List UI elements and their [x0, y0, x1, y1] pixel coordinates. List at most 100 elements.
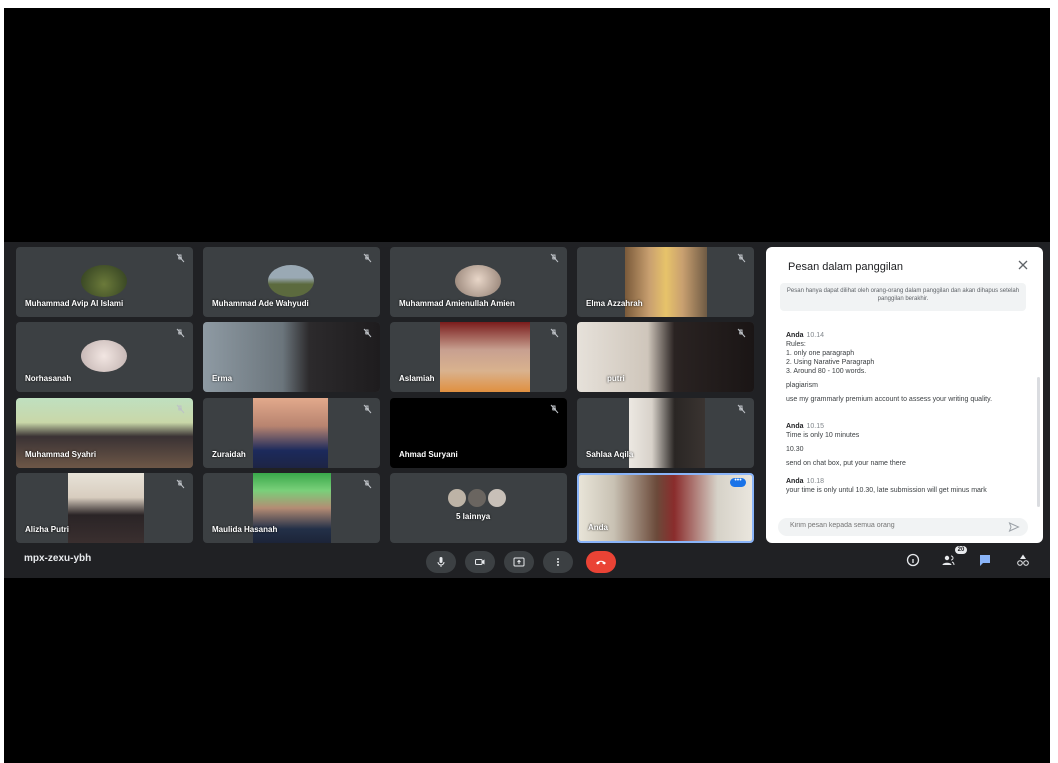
chat-message: Anda 10.18 your time is only untul 10.30,…	[786, 477, 1026, 495]
present-screen-icon	[513, 557, 525, 567]
participant-tile-others[interactable]: 5 lainnya	[390, 473, 567, 543]
message-line: Rules:	[786, 341, 806, 348]
message-time: 10.18	[806, 478, 825, 485]
participant-name: Elma Azzahrah	[586, 299, 643, 308]
participant-tile[interactable]: Alizha Putri	[16, 473, 193, 543]
chat-icon[interactable]	[978, 553, 992, 567]
message-sender: Anda	[786, 423, 804, 430]
message-line: 10.30	[786, 446, 804, 453]
send-icon[interactable]	[1008, 521, 1020, 533]
message-line: 3. Around 80 - 100 words.	[786, 368, 867, 375]
participant-name: Aslamiah	[399, 374, 435, 383]
chat-input-box[interactable]	[778, 518, 1028, 536]
mic-off-icon	[737, 328, 746, 338]
avatar	[81, 265, 127, 297]
chat-message: Anda 10.14 Rules: 1. only one paragraph 2…	[786, 331, 1026, 404]
avatar	[488, 489, 506, 507]
leave-call-button[interactable]	[586, 551, 616, 573]
participant-name: Norhasanah	[25, 374, 72, 383]
mic-off-icon	[176, 404, 185, 414]
meet-window: Muhammad Avip Al Islami Muhammad Ade Wah…	[4, 242, 1050, 578]
avatar	[81, 340, 127, 372]
hang-up-icon	[596, 560, 606, 565]
meeting-code: mpx-zexu-ybh	[24, 553, 92, 564]
participant-count-badge: 20	[955, 546, 967, 554]
mic-off-icon	[737, 253, 746, 263]
chat-title: Pesan dalam panggilan	[788, 261, 903, 273]
people-icon[interactable]	[941, 553, 955, 567]
participant-tile[interactable]: putri	[577, 322, 754, 392]
participant-name: Muhammad Amienullah Amien	[399, 299, 515, 308]
mic-off-icon	[363, 404, 372, 414]
participant-tile[interactable]: Zuraidah	[203, 398, 380, 468]
participant-name: Maulida Hasanah	[212, 525, 278, 534]
participant-tile[interactable]: Muhammad Amienullah Amien	[390, 247, 567, 317]
mic-button[interactable]	[426, 551, 456, 573]
chat-panel: Pesan dalam panggilan Pesan hanya dapat …	[766, 247, 1043, 543]
more-options-icon[interactable]: •••	[730, 477, 746, 487]
chat-scrollbar[interactable]	[1037, 377, 1040, 507]
participant-name: Alizha Putri	[25, 525, 70, 534]
message-line: 1. only one paragraph	[786, 350, 855, 357]
participant-name: Muhammad Ade Wahyudi	[212, 299, 309, 308]
participant-video	[629, 398, 705, 468]
message-sender: Anda	[786, 478, 804, 485]
chat-notice: Pesan hanya dapat dilihat oleh orang-ora…	[780, 283, 1026, 311]
avatar	[468, 489, 486, 507]
message-line: plagiarism	[786, 382, 818, 389]
participant-video	[68, 473, 144, 543]
participant-tile[interactable]: Ahmad Suryani	[390, 398, 567, 468]
mic-off-icon	[737, 404, 746, 414]
more-options-button[interactable]	[543, 551, 573, 573]
participant-tile[interactable]: Muhammad Syahri	[16, 398, 193, 468]
self-tile[interactable]: ••• Anda	[577, 473, 754, 543]
participant-tile[interactable]: Erma	[203, 322, 380, 392]
message-line: your time is only untul 10.30, late subm…	[786, 487, 987, 494]
message-line: send on chat box, put your name there	[786, 460, 906, 467]
message-line: 2. Using Narative Paragraph	[786, 359, 875, 366]
participant-tile[interactable]: Muhammad Ade Wahyudi	[203, 247, 380, 317]
participant-tile[interactable]: Maulida Hasanah	[203, 473, 380, 543]
close-icon[interactable]	[1017, 259, 1029, 271]
avatar	[455, 265, 501, 297]
mic-off-icon	[363, 479, 372, 489]
message-line: Time is only 10 minutes	[786, 432, 860, 439]
message-time: 10.15	[806, 423, 825, 430]
camera-icon	[475, 559, 485, 565]
mic-off-icon	[550, 404, 559, 414]
message-time: 10.14	[806, 332, 825, 339]
participant-video	[440, 322, 530, 392]
camera-button[interactable]	[465, 551, 495, 573]
mic-off-icon	[176, 253, 185, 263]
chat-input[interactable]	[788, 521, 992, 530]
mic-off-icon	[550, 328, 559, 338]
mic-off-icon	[176, 479, 185, 489]
others-count-label: 5 lainnya	[456, 512, 491, 521]
participant-tile[interactable]: Muhammad Avip Al Islami	[16, 247, 193, 317]
more-vert-icon	[557, 558, 559, 566]
present-button[interactable]	[504, 551, 534, 573]
participant-name: Zuraidah	[212, 450, 246, 459]
activities-icon[interactable]	[1016, 553, 1030, 567]
participant-name: Sahlaa Aqila	[586, 450, 634, 459]
avatar	[268, 265, 314, 297]
participant-tile[interactable]: Norhasanah	[16, 322, 193, 392]
participant-name: Erma	[212, 374, 233, 383]
meeting-details-icon[interactable]	[906, 553, 920, 567]
participant-video	[253, 398, 328, 468]
mic-off-icon	[363, 253, 372, 263]
mic-off-icon	[363, 328, 372, 338]
mic-off-icon	[176, 328, 185, 338]
participant-name: Muhammad Syahri	[25, 450, 97, 459]
participant-tile[interactable]: Elma Azzahrah	[577, 247, 754, 317]
participant-name: putri	[607, 374, 625, 383]
participant-tile[interactable]: Aslamiah	[390, 322, 567, 392]
participant-name: Ahmad Suryani	[399, 450, 458, 459]
participant-name: Anda	[588, 523, 608, 532]
mic-off-icon	[550, 253, 559, 263]
participant-video	[577, 322, 754, 392]
avatar	[448, 489, 466, 507]
participant-name: Muhammad Avip Al Islami	[25, 299, 124, 308]
participant-tile[interactable]: Sahlaa Aqila	[577, 398, 754, 468]
message-sender: Anda	[786, 332, 804, 339]
